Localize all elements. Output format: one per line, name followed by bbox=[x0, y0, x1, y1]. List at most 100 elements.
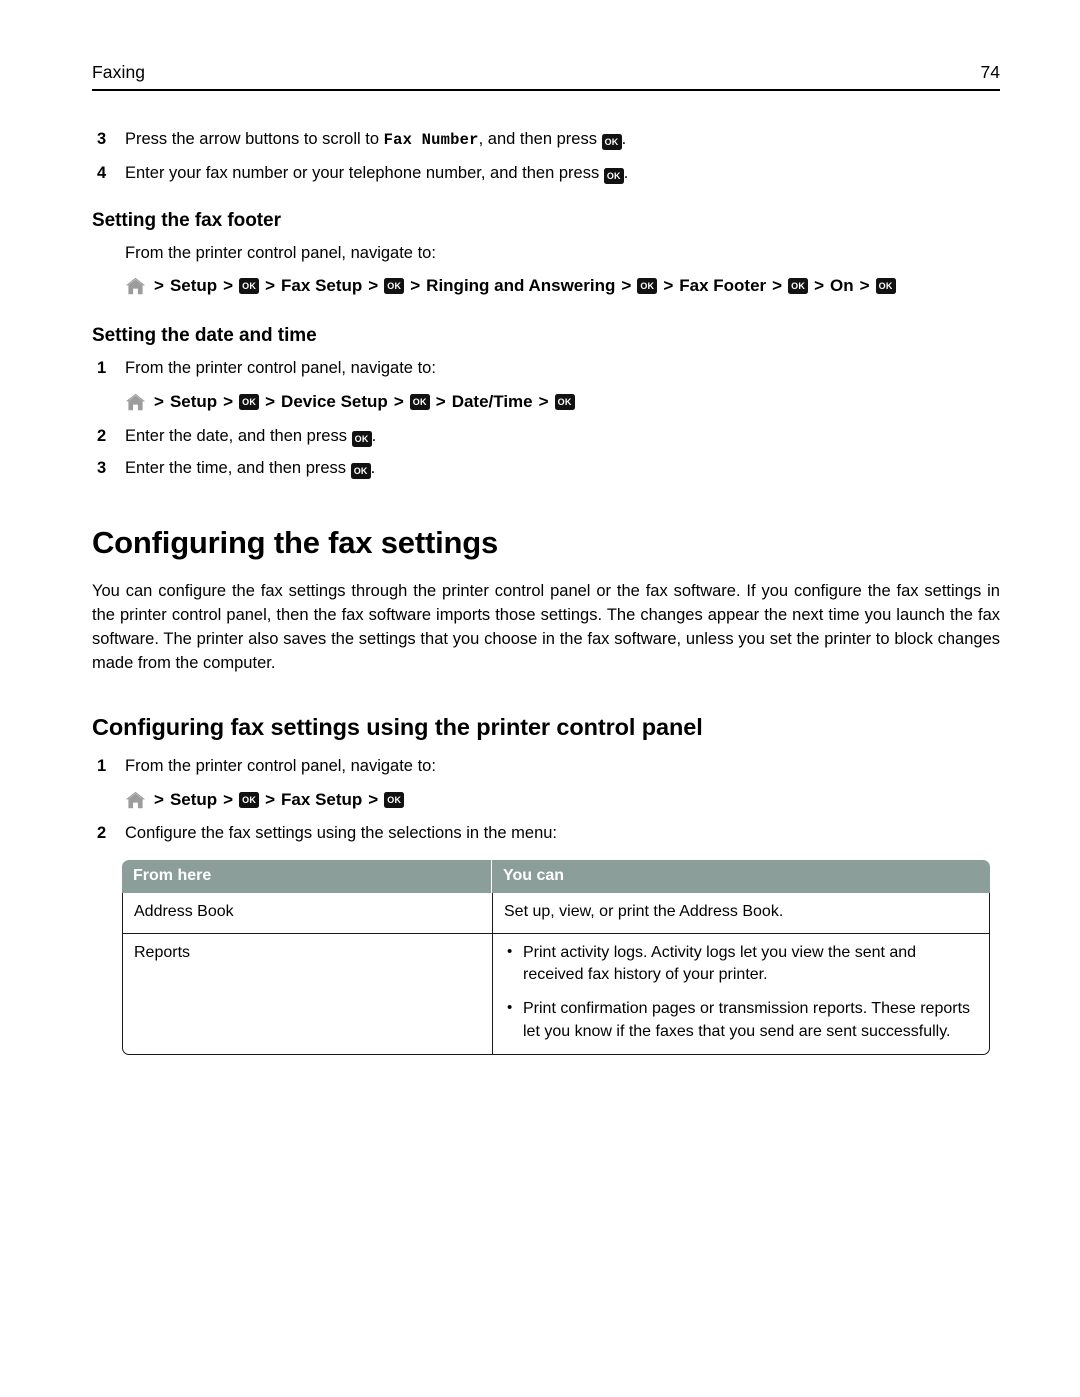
path-separator: > bbox=[772, 276, 783, 296]
navigation-path-date-time: > Setup > OK > Device Setup > OK > Date/… bbox=[92, 389, 1000, 415]
control-panel-steps-list: 1 From the printer control panel, naviga… bbox=[92, 755, 1000, 778]
path-segment-ringing-and-answering[interactable]: Ringing and Answering bbox=[426, 273, 615, 299]
ok-key-icon[interactable]: OK bbox=[603, 168, 624, 185]
date-time-steps-list-cont: 2 Enter the date, and then press OK. 3 E… bbox=[92, 425, 1000, 481]
path-separator: > bbox=[154, 789, 164, 809]
path-separator: > bbox=[368, 789, 379, 809]
path-separator: > bbox=[410, 276, 421, 296]
ok-key-icon[interactable]: OK bbox=[554, 393, 575, 410]
step-item: 2 Configure the fax settings using the s… bbox=[92, 822, 1000, 845]
step-number: 4 bbox=[97, 164, 107, 183]
home-icon[interactable] bbox=[125, 791, 146, 809]
ok-key-icon[interactable]: OK bbox=[409, 393, 430, 410]
step-text-before: Enter the date, and then press bbox=[125, 426, 352, 445]
fax-footer-intro: From the printer control panel, navigate… bbox=[125, 243, 436, 262]
step-item: 1 From the printer control panel, naviga… bbox=[92, 755, 1000, 778]
step-item: 3 Press the arrow buttons to scroll to F… bbox=[92, 128, 1000, 151]
path-segment-device-setup[interactable]: Device Setup bbox=[281, 389, 388, 415]
path-separator: > bbox=[621, 276, 632, 296]
document-page: Faxing 74 3 Press the arrow buttons to s… bbox=[0, 0, 1080, 1397]
step-text-after: , and then press bbox=[478, 130, 602, 148]
path-separator: > bbox=[814, 276, 825, 296]
step-number: 1 bbox=[97, 756, 107, 775]
continued-steps-list: 3 Press the arrow buttons to scroll to F… bbox=[92, 128, 1000, 186]
list-item: Print activity logs. Activity logs let y… bbox=[504, 941, 978, 987]
step-item: 1 From the printer control panel, naviga… bbox=[92, 357, 1000, 380]
ui-literal-fax-number: Fax Number bbox=[383, 131, 479, 149]
step-item: 4 Enter your fax number or your telephon… bbox=[92, 162, 1000, 185]
ok-key-icon[interactable]: OK bbox=[601, 134, 622, 150]
navigation-path-control-panel: > Setup > OK > Fax Setup > OK bbox=[92, 787, 1000, 813]
step-item: 2 Enter the date, and then press OK. bbox=[92, 425, 1000, 448]
cell-you-can: Set up, view, or print the Address Book. bbox=[492, 892, 990, 934]
section-title-control-panel: Configuring fax settings using the print… bbox=[92, 713, 703, 740]
ok-key-icon[interactable]: OK bbox=[350, 463, 371, 480]
column-header-from-here: From here bbox=[122, 859, 492, 893]
path-segment-setup[interactable]: Setup bbox=[170, 787, 217, 813]
path-separator: > bbox=[265, 276, 276, 296]
ok-key-icon[interactable]: OK bbox=[384, 278, 405, 295]
step-text: From the printer control panel, navigate… bbox=[125, 358, 436, 377]
navigation-path-fax-footer: > Setup > OK > Fax Setup > OK > Ringing … bbox=[92, 273, 1000, 299]
path-separator: > bbox=[368, 276, 379, 296]
step-item: 3 Enter the time, and then press OK. bbox=[92, 457, 1000, 480]
cell-you-can: Print activity logs. Activity logs let y… bbox=[492, 933, 990, 1056]
ok-key-icon[interactable]: OK bbox=[351, 430, 372, 447]
path-separator: > bbox=[154, 276, 164, 296]
ok-key-icon[interactable]: OK bbox=[239, 278, 260, 295]
chapter-title: Faxing bbox=[92, 62, 146, 82]
path-separator: > bbox=[859, 276, 870, 296]
path-separator: > bbox=[265, 392, 276, 412]
path-segment-setup[interactable]: Setup bbox=[170, 273, 217, 299]
path-segment-fax-footer[interactable]: Fax Footer bbox=[679, 273, 766, 299]
ok-key-icon[interactable]: OK bbox=[239, 393, 260, 410]
step-text-before: Enter the time, and then press bbox=[125, 459, 351, 478]
path-separator: > bbox=[154, 392, 164, 412]
fax-settings-table-wrapper: From here You can Address Book Set up, v… bbox=[122, 859, 990, 1056]
path-separator: > bbox=[223, 789, 234, 809]
step-number: 3 bbox=[97, 459, 107, 478]
control-panel-steps-list-cont: 2 Configure the fax settings using the s… bbox=[92, 822, 1000, 845]
step-number: 1 bbox=[97, 358, 107, 377]
page-number: 74 bbox=[980, 62, 1000, 82]
ok-key-icon[interactable]: OK bbox=[637, 278, 658, 295]
path-segment-on[interactable]: On bbox=[830, 273, 854, 299]
ok-key-icon[interactable]: OK bbox=[788, 278, 809, 295]
ok-key-icon[interactable]: OK bbox=[384, 791, 405, 808]
ok-key-icon[interactable]: OK bbox=[875, 278, 896, 295]
cell-bullet-list: Print activity logs. Activity logs let y… bbox=[504, 941, 978, 1044]
cell-from-here: Address Book bbox=[122, 892, 492, 934]
home-icon[interactable] bbox=[125, 277, 146, 295]
step-number: 2 bbox=[97, 426, 107, 445]
table-header: From here You can bbox=[122, 859, 990, 893]
path-separator: > bbox=[663, 276, 674, 296]
path-separator: > bbox=[223, 392, 234, 412]
step-text-end: . bbox=[371, 426, 377, 445]
path-separator: > bbox=[265, 789, 276, 809]
step-text-before: Press the arrow buttons to scroll to bbox=[125, 130, 384, 148]
column-header-you-can: You can bbox=[492, 859, 990, 893]
step-text: From the printer control panel, navigate… bbox=[125, 756, 436, 775]
ok-key-icon[interactable]: OK bbox=[239, 791, 260, 808]
step-text-end: . bbox=[370, 459, 376, 478]
cell-from-here: Reports bbox=[122, 933, 492, 1056]
path-segment-fax-setup[interactable]: Fax Setup bbox=[281, 273, 362, 299]
table-row: Reports Print activity logs. Activity lo… bbox=[122, 933, 990, 1056]
step-number: 2 bbox=[97, 824, 107, 843]
list-item: Print confirmation pages or transmission… bbox=[504, 997, 978, 1043]
step-text-before: Enter your fax number or your telephone … bbox=[125, 164, 604, 183]
page-content: 3 Press the arrow buttons to scroll to F… bbox=[92, 128, 1000, 1056]
step-number: 3 bbox=[97, 130, 107, 148]
date-time-steps-list: 1 From the printer control panel, naviga… bbox=[92, 357, 1000, 380]
path-segment-setup[interactable]: Setup bbox=[170, 389, 217, 415]
home-icon[interactable] bbox=[125, 393, 146, 411]
subheading-date-and-time: Setting the date and time bbox=[92, 324, 317, 346]
step-text-end: . bbox=[623, 164, 629, 183]
page-header: Faxing 74 bbox=[92, 62, 1000, 91]
path-segment-fax-setup[interactable]: Fax Setup bbox=[281, 787, 362, 813]
path-segment-date-time[interactable]: Date/Time bbox=[452, 389, 533, 415]
cell-text: Set up, view, or print the Address Book. bbox=[504, 902, 784, 920]
section-title-configuring-fax-settings: Configuring the fax settings bbox=[92, 524, 499, 560]
path-separator: > bbox=[393, 392, 404, 412]
table-row: Address Book Set up, view, or print the … bbox=[122, 892, 990, 934]
